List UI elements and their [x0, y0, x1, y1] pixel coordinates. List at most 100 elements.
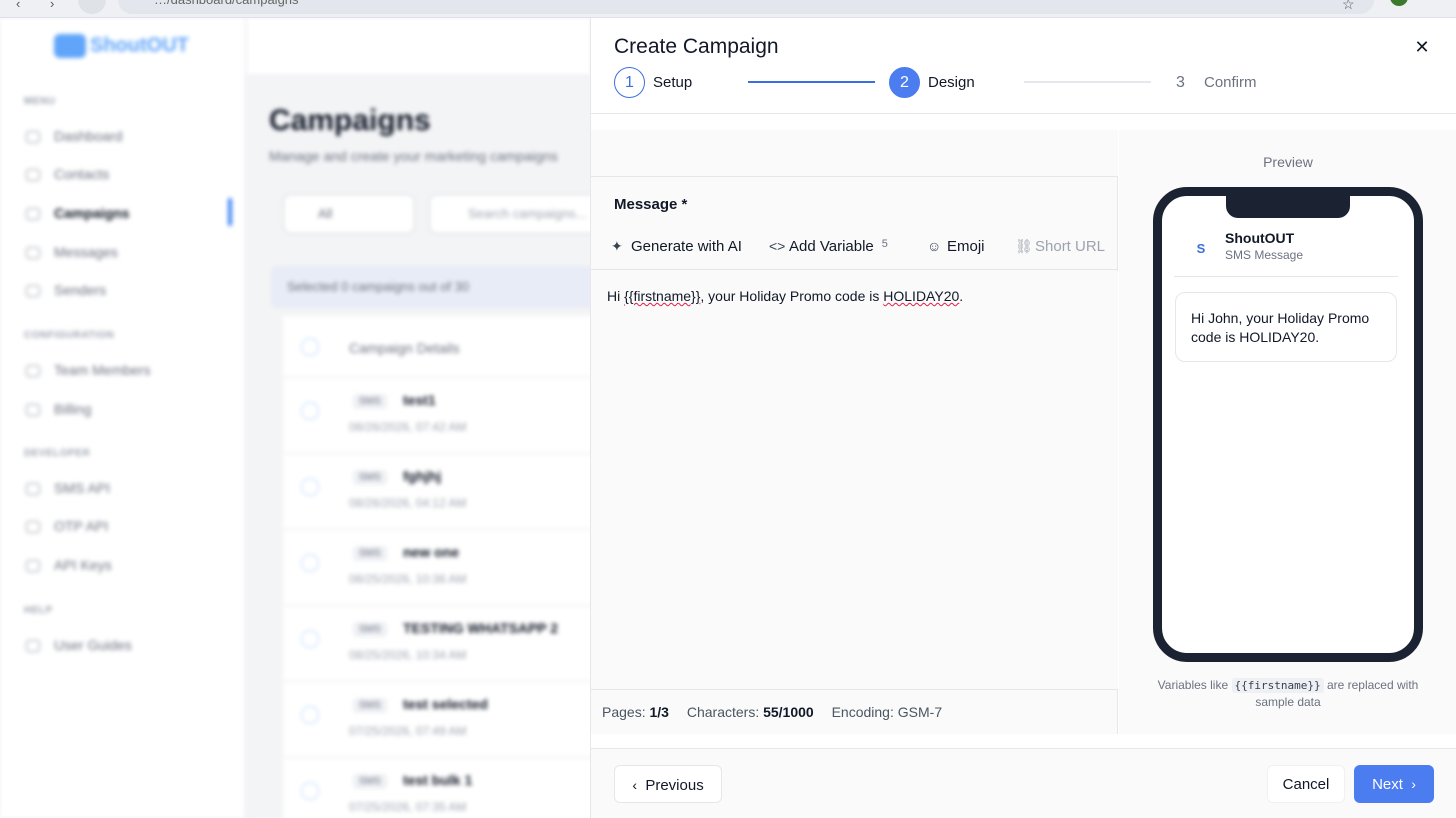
sidebar-section-configuration: CONFIGURATION — [24, 330, 115, 341]
table-row[interactable]: SMS test1 08/26/2026, 07:42 AM — [283, 378, 590, 454]
sidebar-item-api-keys[interactable]: API Keys — [26, 557, 112, 573]
senders-icon — [26, 285, 40, 298]
channel-tag: SMS — [353, 546, 387, 561]
api-icon — [26, 521, 40, 534]
sidebar-item-dashboard[interactable]: Dashboard — [26, 128, 123, 144]
step-1-label: Setup — [653, 74, 693, 91]
back-icon[interactable]: ‹ — [16, 0, 20, 11]
sidebar-item-billing[interactable]: Billing — [26, 401, 91, 417]
campaign-date: 08/25/2026, 10:34 AM — [349, 648, 467, 662]
preview-panel: Preview S ShoutOUT SMS Message Hi John, … — [1119, 130, 1456, 734]
sender-avatar: S — [1196, 241, 1206, 256]
billing-icon — [26, 404, 40, 417]
step-1-indicator: 1 — [614, 67, 645, 98]
select-all-checkbox[interactable] — [301, 338, 319, 356]
preview-title: Preview — [1263, 154, 1313, 170]
campaign-name: TESTING WHATSAPP 2 — [403, 620, 559, 636]
row-checkbox[interactable] — [301, 630, 319, 648]
selection-summary: Selected 0 campaigns out of 30 — [271, 266, 590, 308]
sidebar-item-contacts[interactable]: Contacts — [26, 166, 109, 182]
main-content: Campaigns Manage and create your marketi… — [247, 76, 590, 818]
smiley-icon: ☺ — [927, 238, 942, 254]
variable-example: {{firstname}} — [1231, 678, 1324, 693]
channel-tag: SMS — [353, 470, 387, 485]
message-textarea[interactable]: Hi {{firstname}}, your Holiday Promo cod… — [591, 271, 1118, 689]
sender-name: ShoutOUT — [1225, 230, 1295, 246]
key-icon — [26, 560, 40, 573]
logo-chat-icon — [54, 34, 86, 58]
cancel-button[interactable]: Cancel — [1267, 765, 1345, 803]
campaign-date: 07/25/2026, 07:35 AM — [349, 800, 467, 814]
guide-icon — [26, 640, 40, 653]
step-connector-complete — [748, 81, 875, 83]
forward-icon[interactable]: › — [50, 0, 54, 11]
generate-ai-button[interactable]: ✦ Generate with AI — [611, 238, 742, 255]
page-title: Campaigns — [269, 104, 431, 137]
sidebar-section-menu: MENU — [24, 96, 56, 107]
sidebar-item-senders[interactable]: Senders — [26, 282, 106, 298]
row-checkbox[interactable] — [301, 554, 319, 572]
divider — [1174, 276, 1398, 277]
bookmark-star-icon[interactable]: ☆ — [1342, 0, 1355, 13]
sidebar-item-team-members[interactable]: Team Members — [26, 362, 150, 378]
editor-top-band — [591, 130, 1118, 177]
table-header: Campaign Details — [283, 316, 590, 378]
campaign-table: Campaign Details SMS test1 08/26/2026, 07:… — [283, 316, 590, 818]
sidebar-item-otp-api[interactable]: OTP API — [26, 518, 108, 534]
contacts-icon — [26, 169, 40, 182]
message-stats: Pages: 1/3 Characters: 55/1000 Encoding:… — [591, 689, 1118, 734]
promo-code-text: HOLIDAY20 — [883, 288, 960, 304]
phone-notch — [1226, 196, 1350, 218]
table-row[interactable]: SMS new one 08/25/2026, 10:36 AM — [283, 530, 590, 606]
table-row[interactable]: SMS fghjhj 08/26/2026, 04:12 AM — [283, 454, 590, 530]
campaign-name: fghjhj — [403, 468, 442, 484]
filter-dropdown[interactable]: All — [283, 194, 415, 234]
sender-type: SMS Message — [1225, 248, 1304, 262]
link-icon: ⛓ — [1015, 238, 1033, 254]
modal-footer: ‹ Previous Cancel Next › — [591, 748, 1456, 818]
api-icon — [26, 483, 40, 496]
app-logo: ShoutOUT — [54, 34, 189, 58]
messages-icon — [26, 247, 40, 260]
close-icon[interactable]: ✕ — [1411, 36, 1433, 58]
step-2-indicator: 2 — [889, 67, 920, 98]
add-variable-button[interactable]: <> Add Variable 5 — [769, 238, 888, 255]
sidebar: ShoutOUT MENU Dashboard Contacts Campaig… — [0, 18, 246, 818]
profile-avatar[interactable] — [1390, 0, 1408, 6]
page-subtitle: Manage and create your marketing campaig… — [269, 148, 558, 164]
phone-mockup: S ShoutOUT SMS Message Hi John, your Hol… — [1153, 187, 1423, 662]
sidebar-item-messages[interactable]: Messages — [26, 244, 118, 260]
sparkles-icon: ✦ — [611, 238, 623, 254]
browser-toolbar: ‹ › …/dashboard/campaigns ☆ — [0, 0, 1456, 18]
chevron-right-icon: › — [1411, 776, 1416, 792]
campaign-date: 08/25/2026, 10:36 AM — [349, 572, 467, 586]
row-checkbox[interactable] — [301, 782, 319, 800]
row-checkbox[interactable] — [301, 706, 319, 724]
sidebar-item-user-guides[interactable]: User Guides — [26, 637, 132, 653]
pages-stat: Pages: 1/3 — [602, 704, 669, 720]
emoji-button[interactable]: ☺ Emoji — [927, 238, 985, 255]
campaign-name: test1 — [403, 392, 436, 408]
table-row[interactable]: SMS test selected 07/25/2026, 07:49 AM — [283, 682, 590, 758]
sidebar-item-sms-api[interactable]: SMS API — [26, 480, 110, 496]
address-bar[interactable]: …/dashboard/campaigns — [118, 0, 1374, 14]
reload-icon[interactable] — [78, 0, 106, 14]
message-editor-panel: Message * ✦ Generate with AI <> Add Variab… — [591, 130, 1118, 734]
next-button[interactable]: Next › — [1354, 765, 1434, 803]
search-input[interactable]: Search campaigns... — [429, 194, 590, 234]
editor-toolbar: ✦ Generate with AI <> Add Variable 5 ☺ Emoji… — [591, 226, 1118, 270]
create-campaign-modal: Create Campaign ✕ 1 Setup 2 Design 3 Con… — [590, 18, 1456, 818]
previous-button[interactable]: ‹ Previous — [614, 765, 722, 803]
table-row[interactable]: SMS test bulk 1 07/25/2026, 07:35 AM — [283, 758, 590, 818]
row-checkbox[interactable] — [301, 402, 319, 420]
sidebar-item-campaigns[interactable]: Campaigns — [26, 205, 129, 221]
table-row[interactable]: SMS TESTING WHATSAPP 2 08/25/2026, 10:34 A… — [283, 606, 590, 682]
modal-title: Create Campaign — [614, 35, 779, 58]
campaign-date: 07/25/2026, 07:49 AM — [349, 724, 467, 738]
short-url-button[interactable]: ⛓ Short URL — [1015, 238, 1105, 255]
column-header: Campaign Details — [349, 340, 460, 356]
row-checkbox[interactable] — [301, 478, 319, 496]
sidebar-section-help: HELP — [24, 605, 53, 616]
channel-tag: SMS — [353, 622, 387, 637]
characters-stat: Characters: 55/1000 — [686, 704, 814, 720]
